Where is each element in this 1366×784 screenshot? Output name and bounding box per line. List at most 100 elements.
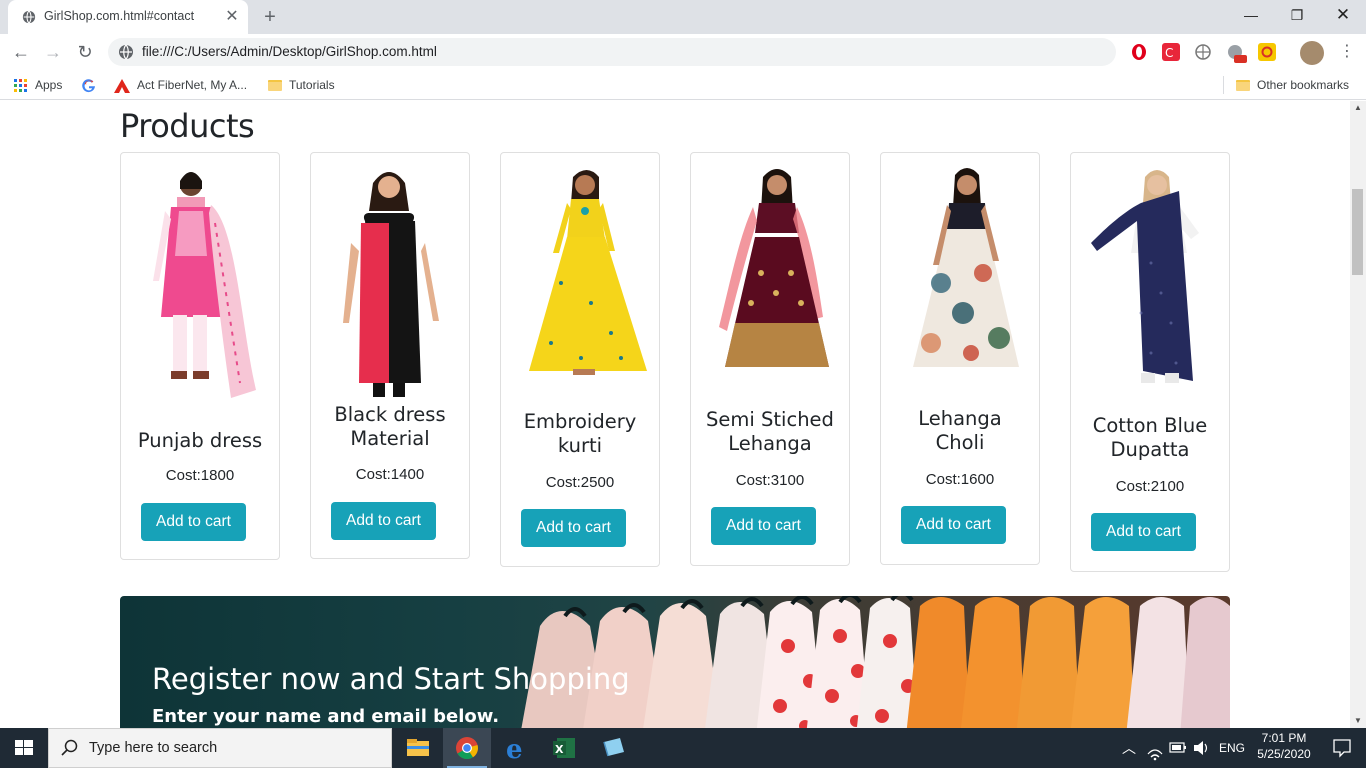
bookmarks-divider xyxy=(1223,76,1224,94)
bookmark-actfibernet-label: Act FiberNet, My A... xyxy=(137,78,248,92)
file-explorer-icon[interactable] xyxy=(394,728,442,768)
page-info-icon[interactable] xyxy=(118,44,134,60)
add-to-cart-button[interactable]: Add to cart xyxy=(521,509,626,547)
scroll-down-icon[interactable]: ▼ xyxy=(1350,714,1366,728)
google-g-icon xyxy=(82,79,95,92)
svg-text:C: C xyxy=(1165,46,1173,60)
product-cost: Cost:1800 xyxy=(165,467,235,484)
language-indicator[interactable]: ENG xyxy=(1219,728,1245,768)
address-bar[interactable]: file:///C:/Users/Admin/Desktop/GirlShop.… xyxy=(108,38,1116,66)
reload-button[interactable]: ↻ xyxy=(72,39,98,65)
close-tab-icon[interactable]: ✕ xyxy=(222,7,242,27)
extension-icon-red[interactable]: C xyxy=(1162,43,1180,61)
clock[interactable]: 7:01 PM 5/25/2020 xyxy=(1256,728,1312,768)
bookmark-tutorials[interactable]: Tutorials xyxy=(268,76,335,94)
notification-center-icon[interactable] xyxy=(1318,728,1366,768)
blue-dupatta-image xyxy=(1091,170,1199,383)
url-text: file:///C:/Users/Admin/Desktop/GirlShop.… xyxy=(142,44,437,59)
search-placeholder: Type here to search xyxy=(89,740,218,756)
close-window-button[interactable]: ✕ xyxy=(1320,0,1366,30)
excel-icon[interactable]: X xyxy=(541,728,589,768)
product-name: Black dress xyxy=(334,403,446,426)
add-to-cart-button[interactable]: Add to cart xyxy=(331,502,436,540)
product-card: Lehanga Choli Cost:1600 Add to cart xyxy=(880,152,1040,565)
clock-time: 7:01 PM xyxy=(1261,731,1307,745)
back-button[interactable]: ← xyxy=(8,39,34,65)
product-cost: Cost:1600 xyxy=(925,471,995,488)
windows-taskbar: Type here to search e X ︿ ENG 7:01 PM 5/… xyxy=(0,728,1366,768)
bookmarks-bar: Apps Act FiberNet, My A... Tutorials Oth… xyxy=(0,70,1366,100)
add-to-cart-button[interactable]: Add to cart xyxy=(141,503,246,541)
menu-kebab-icon[interactable]: ⋮ xyxy=(1334,39,1360,65)
tray-chevron-icon[interactable]: ︿ xyxy=(1122,728,1136,768)
restore-button[interactable]: ❐ xyxy=(1274,0,1320,30)
start-button[interactable] xyxy=(0,728,48,768)
product-name-line2: Dupatta xyxy=(1110,438,1190,461)
products-heading: Products xyxy=(120,107,255,145)
minimize-button[interactable]: — xyxy=(1228,0,1274,30)
product-card: Cotton Blue Dupatta Cost:2100 Add to car… xyxy=(1070,152,1230,572)
browser-tab[interactable]: GirlShop.com.html#contact ✕ xyxy=(8,0,248,34)
pink-salwar-suit-image xyxy=(153,172,256,398)
product-name: Cotton Blue xyxy=(1092,414,1208,437)
chrome-taskbar-icon[interactable] xyxy=(443,728,491,768)
banner-title: Register now and Start Shopping xyxy=(152,662,630,696)
act-logo-icon xyxy=(114,78,130,93)
folder-icon xyxy=(1236,80,1250,92)
volume-icon[interactable] xyxy=(1192,728,1210,768)
black-red-kurti-image xyxy=(343,172,439,397)
globe-icon xyxy=(22,10,36,24)
bookmark-apps-label: Apps xyxy=(35,78,63,92)
taskbar-search[interactable]: Type here to search xyxy=(48,728,392,768)
maroon-lehenga-image xyxy=(719,169,829,367)
forward-button[interactable]: → xyxy=(40,39,66,65)
add-to-cart-button[interactable]: Add to cart xyxy=(711,507,816,545)
product-name-line2: Material xyxy=(350,427,430,450)
svg-text:e: e xyxy=(506,735,523,765)
product-cost: Cost:2500 xyxy=(545,474,615,491)
bookmark-apps[interactable]: Apps xyxy=(14,76,62,94)
product-cost: Cost:2100 xyxy=(1115,478,1185,495)
product-card: Embroidery kurti Cost:2500 Add to cart xyxy=(500,152,660,567)
bookmark-google[interactable] xyxy=(82,76,103,94)
clock-date: 5/25/2020 xyxy=(1257,747,1311,761)
floral-lehenga-image xyxy=(913,168,1019,367)
product-name: Semi Stiched xyxy=(706,408,834,431)
windows-logo-icon xyxy=(15,740,33,755)
product-cost: Cost:3100 xyxy=(735,472,805,489)
banner-subtitle: Enter your name and email below. xyxy=(152,706,500,727)
product-name: Punjab dress xyxy=(137,429,263,452)
browser-toolbar: ← → ↻ file:///C:/Users/Admin/Desktop/Gir… xyxy=(0,34,1366,70)
bookmark-actfibernet[interactable]: Act FiberNet, My A... xyxy=(114,76,247,94)
add-to-cart-button[interactable]: Add to cart xyxy=(1091,513,1196,551)
extension-globe-icon[interactable] xyxy=(1194,43,1212,61)
bookmark-tutorials-label: Tutorials xyxy=(289,78,335,92)
bookmark-other[interactable]: Other bookmarks xyxy=(1236,76,1349,94)
product-name-line2: Choli xyxy=(935,431,985,454)
folder-icon xyxy=(268,80,282,92)
scroll-thumb[interactable] xyxy=(1352,189,1363,275)
opera-extension-icon[interactable] xyxy=(1130,43,1148,61)
search-icon xyxy=(61,739,78,756)
yellow-anarkali-image xyxy=(529,170,647,375)
new-tab-button[interactable]: + xyxy=(258,5,282,29)
product-name: Embroidery xyxy=(523,410,637,433)
product-cost: Cost:1400 xyxy=(355,466,425,483)
battery-icon[interactable] xyxy=(1168,728,1188,768)
extension-yellow-icon[interactable] xyxy=(1258,43,1276,61)
product-name: Lehanga xyxy=(918,407,1002,430)
scroll-up-icon[interactable]: ▲ xyxy=(1350,101,1366,115)
product-name-line2: Lehanga xyxy=(728,432,812,455)
extension-badge-icon[interactable] xyxy=(1226,43,1247,63)
notes-app-icon[interactable] xyxy=(590,728,638,768)
add-to-cart-button[interactable]: Add to cart xyxy=(901,506,1006,544)
network-icon[interactable] xyxy=(1146,728,1164,768)
svg-text:X: X xyxy=(555,743,564,756)
apps-grid-icon xyxy=(14,78,27,92)
product-name-line2: kurti xyxy=(557,434,603,457)
edge-icon[interactable]: e xyxy=(492,728,540,768)
page-scrollbar[interactable]: ▲ ▼ xyxy=(1350,101,1366,728)
profile-avatar[interactable] xyxy=(1300,41,1324,65)
product-card: Semi Stiched Lehanga Cost:3100 Add to ca… xyxy=(690,152,850,566)
bookmark-other-label: Other bookmarks xyxy=(1257,78,1350,92)
